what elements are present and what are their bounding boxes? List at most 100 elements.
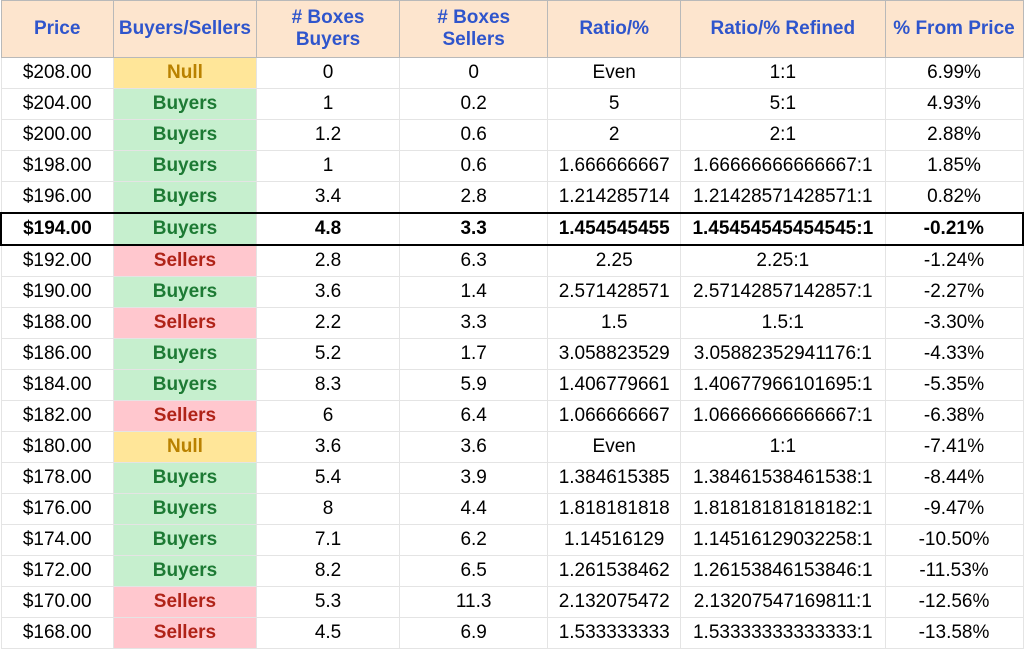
cell-sb: 4.4 bbox=[400, 494, 548, 525]
cell-bs: Buyers bbox=[113, 151, 256, 182]
table-row: $186.00Buyers5.21.73.0588235293.05882352… bbox=[1, 339, 1023, 370]
cell-price: $172.00 bbox=[1, 556, 113, 587]
cell-sb: 3.9 bbox=[400, 463, 548, 494]
cell-sb: 0.2 bbox=[400, 89, 548, 120]
cell-bs: Sellers bbox=[113, 401, 256, 432]
cell-ratio: 1.214285714 bbox=[548, 182, 681, 214]
cell-ratio: 1.406779661 bbox=[548, 370, 681, 401]
cell-price: $184.00 bbox=[1, 370, 113, 401]
table-row: $198.00Buyers10.61.6666666671.6666666666… bbox=[1, 151, 1023, 182]
cell-pct: -3.30% bbox=[885, 308, 1023, 339]
cell-ratio: 5 bbox=[548, 89, 681, 120]
table-row: $196.00Buyers3.42.81.2142857141.21428571… bbox=[1, 182, 1023, 214]
cell-refined: 1.5:1 bbox=[681, 308, 885, 339]
cell-ratio: 1.5 bbox=[548, 308, 681, 339]
cell-price: $200.00 bbox=[1, 120, 113, 151]
cell-ratio: 1.066666667 bbox=[548, 401, 681, 432]
cell-bs: Buyers bbox=[113, 213, 256, 245]
cell-refined: 1.81818181818182:1 bbox=[681, 494, 885, 525]
cell-refined: 1:1 bbox=[681, 58, 885, 89]
cell-ratio: Even bbox=[548, 58, 681, 89]
cell-price: $176.00 bbox=[1, 494, 113, 525]
cell-bs: Buyers bbox=[113, 120, 256, 151]
cell-bs: Buyers bbox=[113, 463, 256, 494]
cell-bs: Buyers bbox=[113, 277, 256, 308]
cell-bs: Buyers bbox=[113, 339, 256, 370]
cell-price: $192.00 bbox=[1, 245, 113, 277]
cell-bb: 2.8 bbox=[256, 245, 399, 277]
cell-ratio: 1.818181818 bbox=[548, 494, 681, 525]
cell-pct: 0.82% bbox=[885, 182, 1023, 214]
cell-bs: Buyers bbox=[113, 370, 256, 401]
cell-price: $182.00 bbox=[1, 401, 113, 432]
cell-bb: 3.6 bbox=[256, 277, 399, 308]
cell-price: $188.00 bbox=[1, 308, 113, 339]
cell-sb: 1.7 bbox=[400, 339, 548, 370]
cell-price: $174.00 bbox=[1, 525, 113, 556]
table-row: $200.00Buyers1.20.622:12.88% bbox=[1, 120, 1023, 151]
table-row: $184.00Buyers8.35.91.4067796611.40677966… bbox=[1, 370, 1023, 401]
cell-price: $178.00 bbox=[1, 463, 113, 494]
cell-refined: 1.66666666666667:1 bbox=[681, 151, 885, 182]
cell-price: $168.00 bbox=[1, 618, 113, 649]
col-price: Price bbox=[1, 1, 113, 58]
cell-bs: Buyers bbox=[113, 525, 256, 556]
cell-bs: Sellers bbox=[113, 245, 256, 277]
header-row: Price Buyers/Sellers # Boxes Buyers # Bo… bbox=[1, 1, 1023, 58]
cell-sb: 5.9 bbox=[400, 370, 548, 401]
cell-refined: 5:1 bbox=[681, 89, 885, 120]
cell-bb: 8.3 bbox=[256, 370, 399, 401]
table-row: $192.00Sellers2.86.32.252.25:1-1.24% bbox=[1, 245, 1023, 277]
table-row: $190.00Buyers3.61.42.5714285712.57142857… bbox=[1, 277, 1023, 308]
cell-sb: 0 bbox=[400, 58, 548, 89]
cell-pct: -13.58% bbox=[885, 618, 1023, 649]
cell-refined: 1.40677966101695:1 bbox=[681, 370, 885, 401]
cell-bs: Buyers bbox=[113, 556, 256, 587]
cell-refined: 1.14516129032258:1 bbox=[681, 525, 885, 556]
cell-ratio: 1.261538462 bbox=[548, 556, 681, 587]
col-refined: Ratio/% Refined bbox=[681, 1, 885, 58]
cell-bs: Sellers bbox=[113, 308, 256, 339]
table-row: $172.00Buyers8.26.51.2615384621.26153846… bbox=[1, 556, 1023, 587]
cell-refined: 1:1 bbox=[681, 432, 885, 463]
cell-pct: -6.38% bbox=[885, 401, 1023, 432]
cell-bb: 1.2 bbox=[256, 120, 399, 151]
cell-bb: 3.6 bbox=[256, 432, 399, 463]
cell-refined: 1.38461538461538:1 bbox=[681, 463, 885, 494]
cell-price: $180.00 bbox=[1, 432, 113, 463]
cell-refined: 1.53333333333333:1 bbox=[681, 618, 885, 649]
cell-pct: -7.41% bbox=[885, 432, 1023, 463]
table-row: $182.00Sellers66.41.0666666671.066666666… bbox=[1, 401, 1023, 432]
col-sb: # Boxes Sellers bbox=[400, 1, 548, 58]
cell-ratio: 1.14516129 bbox=[548, 525, 681, 556]
cell-refined: 1.06666666666667:1 bbox=[681, 401, 885, 432]
col-ratio: Ratio/% bbox=[548, 1, 681, 58]
cell-bs: Buyers bbox=[113, 494, 256, 525]
cell-bb: 8 bbox=[256, 494, 399, 525]
cell-bs: Null bbox=[113, 432, 256, 463]
cell-price: $196.00 bbox=[1, 182, 113, 214]
cell-bb: 7.1 bbox=[256, 525, 399, 556]
cell-ratio: 1.454545455 bbox=[548, 213, 681, 245]
cell-bb: 0 bbox=[256, 58, 399, 89]
table-row: $204.00Buyers10.255:14.93% bbox=[1, 89, 1023, 120]
cell-price: $204.00 bbox=[1, 89, 113, 120]
col-pct: % From Price bbox=[885, 1, 1023, 58]
cell-ratio: 2.25 bbox=[548, 245, 681, 277]
table-row: $174.00Buyers7.16.21.145161291.145161290… bbox=[1, 525, 1023, 556]
cell-bs: Null bbox=[113, 58, 256, 89]
cell-sb: 6.9 bbox=[400, 618, 548, 649]
cell-ratio: Even bbox=[548, 432, 681, 463]
cell-sb: 6.5 bbox=[400, 556, 548, 587]
cell-price: $194.00 bbox=[1, 213, 113, 245]
cell-sb: 1.4 bbox=[400, 277, 548, 308]
cell-sb: 6.4 bbox=[400, 401, 548, 432]
cell-sb: 0.6 bbox=[400, 120, 548, 151]
cell-bs: Buyers bbox=[113, 182, 256, 214]
cell-pct: -10.50% bbox=[885, 525, 1023, 556]
cell-ratio: 2.132075472 bbox=[548, 587, 681, 618]
cell-sb: 6.3 bbox=[400, 245, 548, 277]
table-row: $170.00Sellers5.311.32.1320754722.132075… bbox=[1, 587, 1023, 618]
cell-pct: -12.56% bbox=[885, 587, 1023, 618]
table-row: $194.00Buyers4.83.31.4545454551.45454545… bbox=[1, 213, 1023, 245]
